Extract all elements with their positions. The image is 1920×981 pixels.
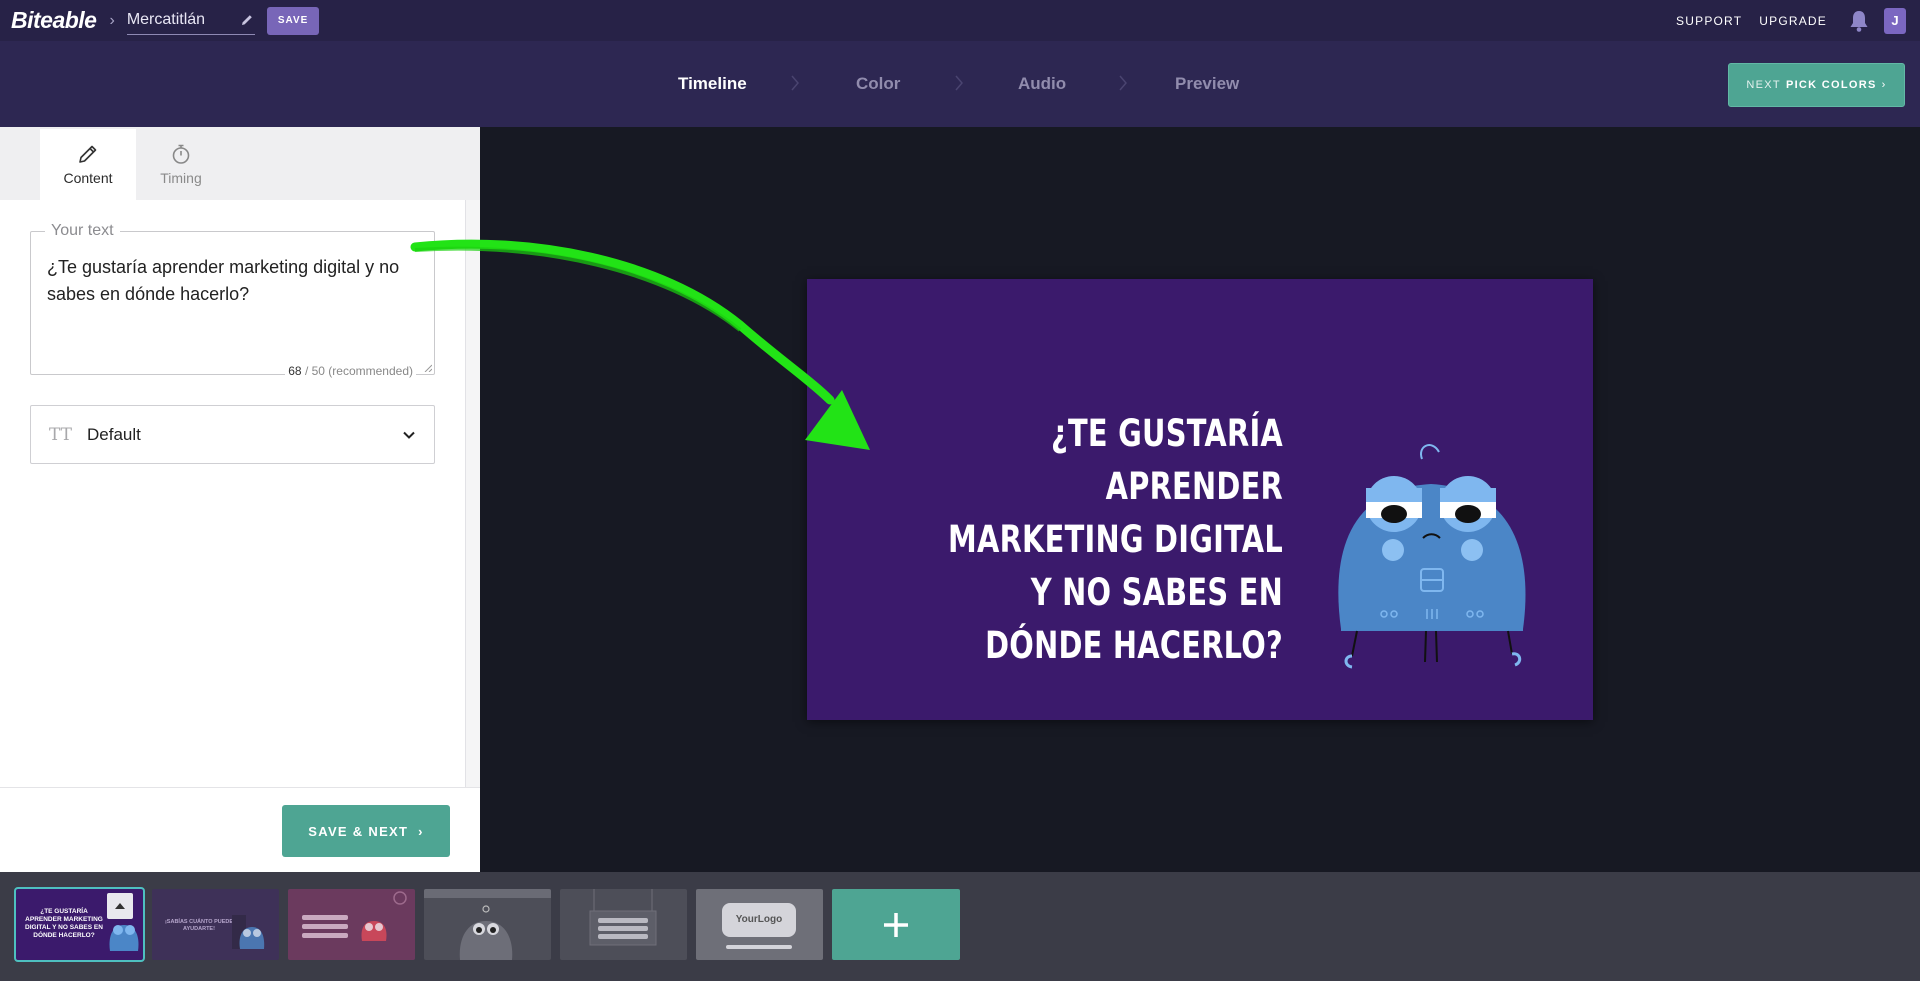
scene-thumbnail-1[interactable]: ¿TE GUSTARÍA APRENDER MARKETING DIGITAL …: [14, 887, 145, 962]
panel-footer: SAVE & NEXT ›: [0, 787, 480, 872]
caret-up-icon: [115, 903, 125, 909]
step-preview[interactable]: Preview: [1175, 41, 1239, 127]
scene-thumbnail-4-graphic: [424, 889, 551, 960]
scene-thumbnail-3[interactable]: [288, 889, 415, 960]
step-chevron-icon: [955, 75, 963, 91]
tab-content-label: Content: [63, 170, 113, 186]
chevron-right-icon: ›: [418, 823, 424, 839]
scene-thumbnail-5[interactable]: [560, 889, 687, 960]
edit-pencil-icon[interactable]: [239, 12, 255, 28]
scene-thumbnail-1-monster-icon: [109, 925, 139, 951]
plus-icon: [884, 912, 908, 937]
scene-filmstrip: ¿TE GUSTARÍA APRENDER MARKETING DIGITAL …: [0, 872, 1920, 981]
character-count-value: 68: [288, 364, 302, 378]
your-text-value[interactable]: ¿Te gustaría aprender marketing digital …: [47, 254, 422, 308]
your-text-field[interactable]: Your text ¿Te gustaría aprender marketin…: [30, 222, 435, 378]
step-audio[interactable]: Audio: [1018, 41, 1066, 127]
scene-reorder-button[interactable]: [107, 893, 133, 919]
support-link[interactable]: SUPPORT: [1676, 14, 1742, 28]
text-style-icon: TT: [49, 424, 72, 445]
next-pick-colors-button[interactable]: NEXT PICK COLORS ›: [1728, 63, 1905, 107]
panel-tabs: Content Timing: [0, 127, 480, 200]
chevron-right-icon: ›: [1881, 79, 1887, 91]
project-name-field[interactable]: Mercatitlán: [126, 7, 255, 35]
your-logo-text: YourLogo: [735, 914, 783, 925]
character-count: 68 / 50 (recommended): [285, 364, 416, 378]
scene-thumbnail-2-text: ¡SABÍAS CUÁNTO PUEDE AYUDARTE!: [164, 919, 234, 932]
scene-thumbnail-2-monster-icon: [232, 915, 265, 949]
slide-headline: ¿TE GUSTARÍA APRENDER MARKETING DIGITAL …: [948, 412, 1283, 667]
next-label: PICK COLORS: [1785, 79, 1877, 91]
upgrade-link[interactable]: UPGRADE: [1759, 14, 1827, 28]
step-chevron-icon: [1119, 75, 1127, 91]
scene-thumbnail-1-text: ¿TE GUSTARÍA APRENDER MARKETING DIGITAL …: [25, 908, 103, 939]
project-name[interactable]: Mercatitlán: [127, 11, 205, 29]
tab-timing-label: Timing: [160, 170, 202, 186]
top-right-nav: SUPPORT UPGRADE J: [1676, 7, 1920, 34]
save-and-next-button[interactable]: SAVE & NEXT ›: [282, 805, 450, 857]
font-style-select[interactable]: TT Default: [30, 405, 435, 464]
step-navigation: Timeline Color Audio Preview: [0, 41, 1920, 127]
scene-thumbnail-3-graphic: [302, 891, 407, 941]
tab-timing[interactable]: Timing: [133, 129, 229, 200]
top-bar: Biteable › Mercatitlán SAVE SUPPORT UPGR…: [0, 0, 1920, 41]
tab-content[interactable]: Content: [40, 129, 136, 200]
stopwatch-icon: [172, 144, 190, 164]
scene-thumbnail-6[interactable]: YourLogo: [696, 889, 823, 960]
save-button[interactable]: SAVE: [266, 6, 320, 35]
save-and-next-label: SAVE & NEXT: [308, 823, 409, 839]
blue-monster-illustration: [1338, 444, 1526, 669]
font-style-value: Default: [87, 424, 141, 444]
pencil-icon: [79, 145, 97, 163]
scene-thumbnail-5-graphic: [589, 889, 657, 946]
step-timeline[interactable]: Timeline: [678, 41, 747, 127]
next-prefix: NEXT: [1746, 79, 1781, 91]
logo-caption-bar: [726, 945, 792, 949]
character-count-suffix: / 50 (recommended): [304, 364, 413, 378]
notifications-bell-icon[interactable]: [1848, 9, 1870, 33]
editor-panel: Content Timing Your text ¿Te gustaría ap…: [0, 127, 480, 872]
your-text-legend: Your text: [45, 222, 120, 240]
green-annotation-arrow-icon: [410, 239, 870, 450]
step-chevron-icon: [791, 75, 799, 91]
biteable-logo[interactable]: Biteable: [11, 7, 97, 34]
breadcrumb-chevron-icon: ›: [109, 11, 115, 29]
scene-thumbnail-4[interactable]: [424, 889, 551, 960]
user-avatar[interactable]: J: [1884, 7, 1906, 34]
scene-thumbnail-2[interactable]: ¡SABÍAS CUÁNTO PUEDE AYUDARTE!: [152, 889, 279, 960]
add-scene-button[interactable]: [832, 889, 960, 960]
step-color[interactable]: Color: [856, 41, 900, 127]
steps-bar: Timeline Color Audio Preview NEXT PICK C…: [0, 41, 1920, 127]
